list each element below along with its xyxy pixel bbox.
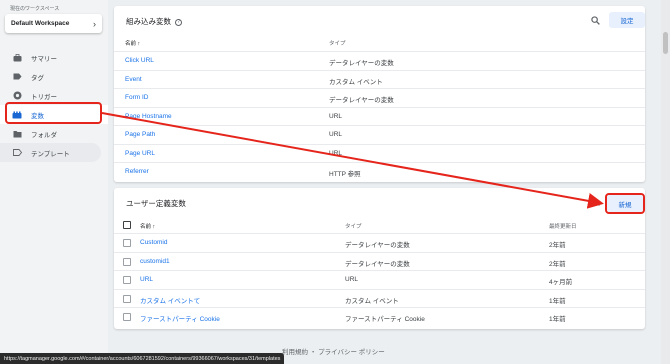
column-header-name[interactable]: 名前 ↑ (140, 222, 155, 230)
sidebar-item-label: タグ (31, 74, 44, 82)
footer: 利用規約 ・ プライバシー ポリシー (282, 346, 385, 356)
sidebar-item-label: サマリー (31, 55, 57, 63)
row-checkbox[interactable] (123, 257, 131, 266)
table-row[interactable]: customid1 データレイヤーの変数 2年前 (114, 251, 645, 271)
column-header-last-modified: 最終更新日 (549, 224, 577, 230)
template-icon (12, 149, 22, 156)
tag-icon (12, 73, 22, 80)
sidebar-item-label: テンプレート (31, 150, 70, 158)
column-header-type: タイプ (329, 41, 346, 47)
variable-name-link[interactable]: Form ID (125, 94, 148, 101)
trigger-icon (12, 91, 22, 100)
sidebar-item-templates[interactable]: テンプレート (0, 143, 101, 162)
search-icon[interactable] (592, 198, 600, 206)
table-row[interactable]: Page Path URL (114, 125, 645, 144)
variable-type: カスタム イベント (329, 78, 383, 86)
last-modified: 4ヶ月前 (549, 279, 573, 286)
privacy-link[interactable]: プライバシー ポリシー (318, 349, 385, 356)
table-row[interactable]: Event カスタム イベント (114, 69, 645, 89)
sidebar-item-label: トリガー (31, 93, 57, 101)
column-header-name-text: 名前 (125, 41, 137, 47)
builtin-variables-title: 組み込み変数? (126, 16, 182, 27)
table-row[interactable]: Customid データレイヤーの変数 2年前 (114, 233, 645, 252)
row-checkbox[interactable] (123, 239, 131, 247)
table-row[interactable]: URL URL 4ヶ月前 (114, 270, 645, 289)
variable-type: データレイヤーの変数 (345, 260, 410, 268)
last-modified: 1年前 (549, 316, 566, 323)
variable-type: URL (329, 131, 343, 138)
variable-name-link[interactable]: Referrer (125, 168, 149, 175)
variable-name-link[interactable]: customid1 (140, 258, 170, 265)
last-modified: 2年前 (549, 260, 566, 268)
last-modified: 1年前 (549, 297, 566, 305)
variable-name-link[interactable]: Page Path (125, 131, 155, 138)
variable-type: URL (345, 276, 359, 283)
sort-arrow-up-icon: ↑ (152, 224, 156, 230)
variable-type: データレイヤーの変数 (329, 60, 394, 67)
chevron-right-icon: › (93, 18, 96, 29)
row-checkbox[interactable] (123, 276, 131, 284)
settings-button[interactable]: 設定 (609, 12, 645, 28)
search-icon[interactable] (591, 16, 600, 25)
scrollbar[interactable] (661, 0, 670, 364)
sidebar: 現在のワークスペース Default Workspace › サマリー タグ ト… (0, 0, 108, 364)
variable-name-link[interactable]: Page Hostname (125, 113, 172, 120)
column-header-name-text: 名前 (140, 224, 152, 230)
last-modified: 2年前 (549, 242, 566, 249)
builtin-variables-card: 組み込み変数? 設定 名前 ↑ タイプ Click URL データレイヤーの変数… (114, 6, 645, 182)
builtin-title-text: 組み込み変数 (126, 17, 171, 26)
variable-name-link[interactable]: カスタム イベントて (140, 295, 200, 305)
help-icon[interactable]: ? (175, 18, 182, 26)
table-row[interactable]: Referrer HTTP 参照 (114, 162, 645, 181)
workspace-label: 現在のワークスペース (10, 6, 60, 12)
row-checkbox[interactable] (123, 313, 131, 321)
scrollbar-thumb[interactable] (663, 32, 668, 54)
sidebar-item-folders[interactable]: フォルダ (0, 124, 108, 143)
variable-name-link[interactable]: ファーストパーティ Cookie (140, 313, 220, 323)
table-row[interactable]: カスタム イベントて カスタム イベント 1年前 (114, 288, 645, 308)
variable-type: ファーストパーティ Cookie (345, 316, 425, 323)
user-variables-card: ユーザー定義変数 新規 名前 ↑ タイプ 最終更新日 Customid データレ… (114, 188, 645, 329)
sidebar-item-summary[interactable]: サマリー (0, 48, 108, 67)
workspace-selector[interactable]: Default Workspace › (5, 14, 102, 33)
table-row[interactable]: Click URL データレイヤーの変数 (114, 51, 645, 70)
variable-type: データレイヤーの変数 (345, 242, 410, 249)
user-variables-title: ユーザー定義変数 (126, 199, 186, 208)
sidebar-item-tags[interactable]: タグ (0, 67, 108, 86)
variable-name-link[interactable]: Click URL (125, 57, 154, 64)
variable-name-link[interactable]: URL (140, 276, 153, 283)
briefcase-icon (12, 53, 22, 62)
annotation-highlight-new (605, 193, 645, 214)
variable-type: カスタム イベント (345, 297, 399, 305)
table-row[interactable]: Page Hostname URL (114, 106, 645, 126)
table-row[interactable]: Page URL URL (114, 143, 645, 163)
row-checkbox[interactable] (123, 294, 131, 303)
column-header-type: タイプ (345, 224, 362, 230)
variable-name-link[interactable]: Page URL (125, 150, 155, 157)
variable-type: HTTP 参照 (329, 171, 361, 178)
terms-link[interactable]: 利用規約 (282, 349, 308, 356)
variable-type: URL (329, 112, 343, 120)
variable-name-link[interactable]: Customid (140, 239, 167, 246)
variable-type: データレイヤーの変数 (329, 97, 394, 104)
select-all-checkbox[interactable] (123, 221, 131, 229)
annotation-highlight-variables (5, 102, 102, 124)
variable-name-link[interactable]: Event (125, 76, 142, 83)
folder-icon (12, 130, 22, 138)
table-row[interactable]: ファーストパーティ Cookie ファーストパーティ Cookie 1年前 (114, 307, 645, 326)
workspace-name: Default Workspace (11, 20, 70, 27)
column-header-name[interactable]: 名前 ↑ (125, 39, 140, 47)
footer-separator: ・ (309, 349, 317, 356)
variable-type: URL (329, 149, 343, 157)
sidebar-item-label: フォルダ (31, 131, 57, 139)
status-bar-url: https://tagmanager.google.com/#/containe… (0, 353, 285, 364)
table-row[interactable]: Form ID データレイヤーの変数 (114, 88, 645, 107)
sort-arrow-up-icon: ↑ (137, 41, 141, 47)
